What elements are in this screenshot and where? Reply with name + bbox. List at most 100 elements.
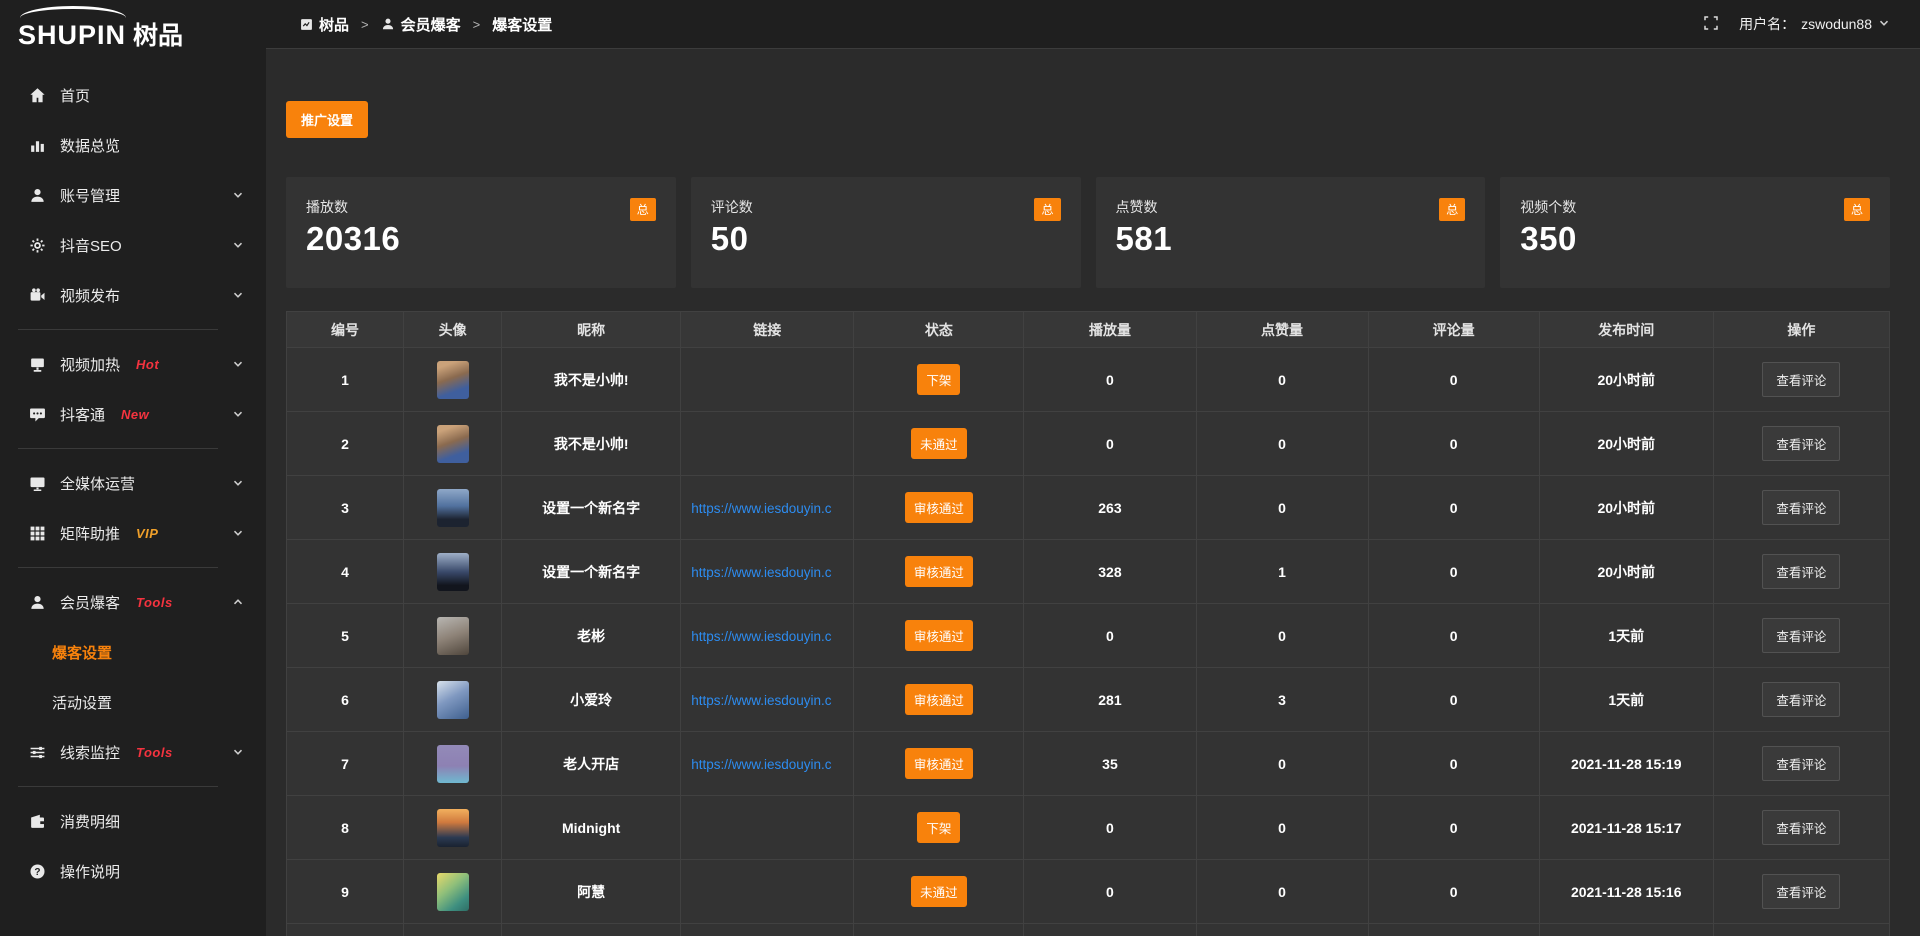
table-row: 9阿慧未通过0002021-11-28 15:16查看评论 <box>287 860 1890 924</box>
cell-comments: 0 <box>1368 540 1539 604</box>
cell-likes: 0 <box>1196 476 1368 540</box>
sidebar-item-publish[interactable]: 视频发布 <box>0 270 266 320</box>
menu-divider <box>18 567 218 568</box>
total-badge: 总 <box>1034 198 1060 221</box>
column-header: 编号 <box>287 312 404 348</box>
status-badge[interactable]: 审核通过 <box>905 556 973 587</box>
breadcrumb-item-member-baoke[interactable]: 会员爆客 <box>381 14 461 35</box>
view-comments-button[interactable]: 查看评论 <box>1762 426 1840 461</box>
status-badge[interactable]: 下架 <box>917 364 960 395</box>
video-link[interactable]: https://www.iesdouyin.c <box>691 565 831 580</box>
chevron-up-icon <box>232 596 244 608</box>
cell-status: 未通过 <box>854 412 1024 476</box>
monitor-icon <box>28 474 46 492</box>
sidebar-item-label: 数据总览 <box>60 135 120 156</box>
cell-plays: 281 <box>1024 668 1196 732</box>
view-comments-button[interactable]: 查看评论 <box>1762 746 1840 781</box>
sidebar-subitem-activity-settings[interactable]: 活动设置 <box>0 677 266 727</box>
cell-action: 查看评论 <box>1713 796 1889 860</box>
cell-action: 查看评论 <box>1713 668 1889 732</box>
avatar <box>437 617 469 655</box>
column-header: 发布时间 <box>1539 312 1713 348</box>
sidebar-item-home[interactable]: 首页 <box>0 70 266 120</box>
cell-avatar <box>404 732 502 796</box>
cell-action: 查看评论 <box>1713 732 1889 796</box>
column-header: 状态 <box>854 312 1024 348</box>
sidebar-item-account[interactable]: 账号管理 <box>0 170 266 220</box>
main-content: 推广设置 播放数20316总评论数50总点赞数581总视频个数350总 编号头像… <box>266 49 1920 936</box>
video-link[interactable]: https://www.iesdouyin.c <box>691 501 831 516</box>
cell-nickname: 老彬 <box>502 604 681 668</box>
status-badge[interactable]: 审核通过 <box>905 684 973 715</box>
view-comments-button[interactable]: 查看评论 <box>1762 362 1840 397</box>
sidebar-item-label: 线索监控 <box>60 742 120 763</box>
cell-status <box>854 924 1024 936</box>
sidebar-item-seo[interactable]: 抖音SEO <box>0 220 266 270</box>
sidebar-item-clue[interactable]: 线索监控Tools <box>0 727 266 777</box>
cell-comments <box>1368 924 1539 936</box>
table-row: 5老彬https://www.iesdouyin.c审核通过0001天前查看评论 <box>287 604 1890 668</box>
username-value: zswodun88 <box>1801 16 1872 32</box>
cell-comments: 0 <box>1368 604 1539 668</box>
sidebar-item-baoke[interactable]: 会员爆客Tools <box>0 577 266 627</box>
view-comments-button[interactable]: 查看评论 <box>1762 810 1840 845</box>
sidebar-item-matrix[interactable]: 矩阵助推VIP <box>0 508 266 558</box>
status-badge[interactable]: 审核通过 <box>905 620 973 651</box>
sidebar-item-label: 操作说明 <box>60 861 120 882</box>
video-link[interactable]: https://www.iesdouyin.c <box>691 629 831 644</box>
app-icon <box>300 18 313 31</box>
sidebar-item-expense[interactable]: 消费明细 <box>0 796 266 846</box>
sidebar-item-heat[interactable]: 视频加热Hot <box>0 339 266 389</box>
table-header-row: 编号头像昵称链接状态播放量点赞量评论量发布时间操作 <box>287 312 1890 348</box>
cell-no: 9 <box>287 860 404 924</box>
cell-link <box>681 860 854 924</box>
sidebar-item-help[interactable]: ?操作说明 <box>0 846 266 896</box>
username-dropdown[interactable]: 用户名：zswodun88 <box>1739 14 1890 34</box>
view-comments-button[interactable]: 查看评论 <box>1762 618 1840 653</box>
fullscreen-icon[interactable] <box>1703 15 1719 34</box>
view-comments-button[interactable]: 查看评论 <box>1762 682 1840 717</box>
cell-action: 查看评论 <box>1713 860 1889 924</box>
chevron-down-icon <box>232 358 244 370</box>
breadcrumb-item-shupin[interactable]: 树品 <box>300 14 349 35</box>
cell-action: 查看评论 <box>1713 412 1889 476</box>
breadcrumb-separator: > <box>473 17 481 32</box>
status-badge[interactable]: 下架 <box>917 812 960 843</box>
cell-plays: 0 <box>1024 604 1196 668</box>
status-badge[interactable]: 未通过 <box>911 876 967 907</box>
video-link[interactable]: https://www.iesdouyin.c <box>691 693 831 708</box>
cell-nickname: 我不是小帅! <box>502 348 681 412</box>
view-comments-button[interactable]: 查看评论 <box>1762 490 1840 525</box>
user-icon <box>28 593 46 611</box>
cell-likes: 0 <box>1196 412 1368 476</box>
bar-chart-icon <box>28 136 46 154</box>
promo-settings-button[interactable]: 推广设置 <box>286 101 368 138</box>
sidebar-subitem-baoke-settings[interactable]: 爆客设置 <box>0 627 266 677</box>
cell-avatar <box>404 412 502 476</box>
status-badge[interactable]: 审核通过 <box>905 748 973 779</box>
cell-avatar <box>404 540 502 604</box>
avatar <box>437 873 469 911</box>
table-row: 3设置一个新名字https://www.iesdouyin.c审核通过26300… <box>287 476 1890 540</box>
view-comments-button[interactable]: 查看评论 <box>1762 554 1840 589</box>
total-badge: 总 <box>630 198 656 221</box>
view-comments-button[interactable]: 查看评论 <box>1762 874 1840 909</box>
video-link[interactable]: https://www.iesdouyin.c <box>691 757 831 772</box>
cell-plays <box>1024 924 1196 936</box>
sidebar-item-media[interactable]: 全媒体运营 <box>0 458 266 508</box>
sidebar-item-overview[interactable]: 数据总览 <box>0 120 266 170</box>
user-area: 用户名：zswodun88 <box>1703 14 1890 34</box>
status-badge[interactable]: 审核通过 <box>905 492 973 523</box>
sidebar-item-label: 矩阵助推 <box>60 523 120 544</box>
stat-card-label: 点赞数 <box>1116 197 1466 217</box>
status-badge[interactable]: 未通过 <box>911 428 967 459</box>
app-logo: SHUPIN树品 <box>0 0 266 56</box>
cell-plays: 0 <box>1024 412 1196 476</box>
sidebar-item-douketong[interactable]: 抖客通New <box>0 389 266 439</box>
breadcrumb-item-baoke-settings[interactable]: 爆客设置 <box>492 14 552 35</box>
table-row: 10 <box>287 924 1890 936</box>
cell-avatar <box>404 604 502 668</box>
cell-no: 7 <box>287 732 404 796</box>
cell-time: 1天前 <box>1539 668 1713 732</box>
stat-card-label: 播放数 <box>306 197 656 217</box>
